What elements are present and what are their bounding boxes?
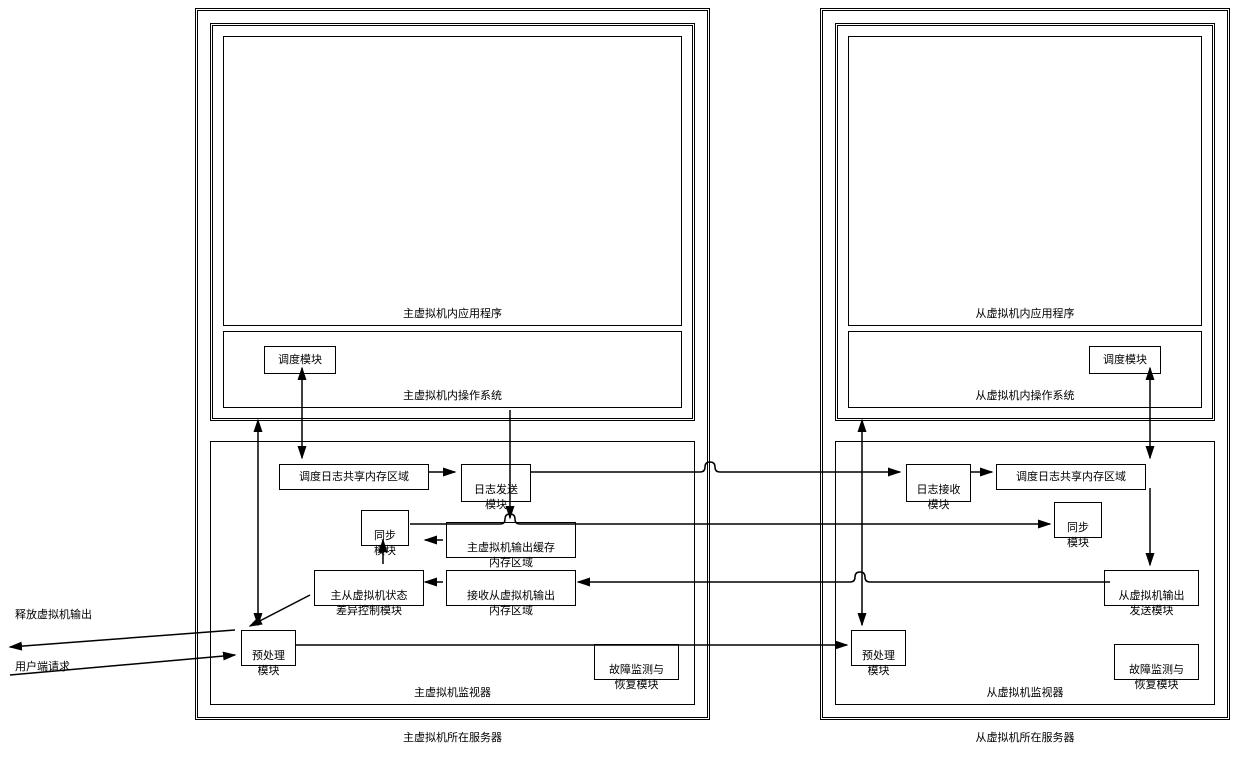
primary-schedule-module-label: 调度模块 (278, 354, 322, 366)
primary-output-buffer-mem: 主虚拟机输出缓存 内存区域 (446, 522, 576, 558)
primary-app-label: 主虚拟机内应用程序 (224, 305, 681, 321)
primary-state-diff-module: 主从虚拟机状态 差异控制模块 (314, 570, 424, 606)
primary-output-buffer-mem-label: 主虚拟机输出缓存 内存区域 (467, 542, 555, 568)
secondary-log-recv-module-label: 日志接收 模块 (917, 484, 961, 510)
secondary-server-label: 从虚拟机所在服务器 (823, 731, 1227, 745)
secondary-output-send-module-label: 从虚拟机输出 发送模块 (1119, 590, 1185, 616)
secondary-monitor: 从虚拟机监视器 日志接收 模块 调度日志共享内存区域 同步 模块 从虚拟机输出 … (835, 441, 1215, 705)
secondary-fault-module: 故障监测与 恢复模块 (1114, 644, 1199, 680)
primary-log-send-module: 日志发送 模块 (461, 464, 531, 502)
secondary-schedule-log-mem-label: 调度日志共享内存区域 (1016, 471, 1126, 483)
primary-preprocess-module-label: 预处理 模块 (252, 650, 285, 676)
secondary-output-send-module: 从虚拟机输出 发送模块 (1104, 570, 1199, 606)
release-output-label: 释放虚拟机输出 (15, 608, 92, 622)
secondary-preprocess-module: 预处理 模块 (851, 630, 906, 666)
secondary-app-label: 从虚拟机内应用程序 (849, 305, 1201, 321)
primary-schedule-log-mem: 调度日志共享内存区域 (279, 464, 429, 490)
primary-state-diff-module-label: 主从虚拟机状态 差异控制模块 (331, 590, 408, 616)
primary-vm-inner: 主虚拟机内应用程序 调度模块 主虚拟机内操作系统 (210, 23, 695, 421)
secondary-schedule-module-label: 调度模块 (1103, 354, 1147, 366)
primary-monitor: 主虚拟机监视器 调度日志共享内存区域 日志发送 模块 同步 模块 主虚拟机输出缓… (210, 441, 695, 705)
primary-os-box: 调度模块 主虚拟机内操作系统 (223, 331, 682, 408)
secondary-sync-module-label: 同步 模块 (1067, 522, 1089, 548)
primary-sync-module-label: 同步 模块 (374, 530, 396, 556)
secondary-sync-module: 同步 模块 (1054, 502, 1102, 538)
primary-recv-output-mem-label: 接收从虚拟机输出 内存区域 (467, 590, 555, 616)
primary-fault-module: 故障监测与 恢复模块 (594, 644, 679, 680)
secondary-vm-inner: 从虚拟机内应用程序 调度模块 从虚拟机内操作系统 (835, 23, 1215, 421)
primary-server-label: 主虚拟机所在服务器 (198, 731, 707, 745)
secondary-schedule-log-mem: 调度日志共享内存区域 (996, 464, 1146, 490)
primary-schedule-module: 调度模块 (264, 346, 336, 374)
secondary-os-label: 从虚拟机内操作系统 (849, 387, 1201, 403)
secondary-schedule-module: 调度模块 (1089, 346, 1161, 374)
primary-recv-output-mem: 接收从虚拟机输出 内存区域 (446, 570, 576, 606)
primary-fault-module-label: 故障监测与 恢复模块 (609, 664, 664, 690)
secondary-app-box: 从虚拟机内应用程序 (848, 36, 1202, 326)
secondary-fault-module-label: 故障监测与 恢复模块 (1129, 664, 1184, 690)
primary-log-send-module-label: 日志发送 模块 (474, 484, 518, 510)
secondary-log-recv-module: 日志接收 模块 (906, 464, 971, 502)
secondary-os-box: 调度模块 从虚拟机内操作系统 (848, 331, 1202, 408)
primary-app-box: 主虚拟机内应用程序 (223, 36, 682, 326)
client-request-label: 用户端请求 (15, 660, 70, 674)
secondary-preprocess-module-label: 预处理 模块 (862, 650, 895, 676)
primary-schedule-log-mem-label: 调度日志共享内存区域 (299, 471, 409, 483)
primary-os-label: 主虚拟机内操作系统 (224, 387, 681, 403)
primary-server: 主虚拟机所在服务器 主虚拟机内应用程序 调度模块 主虚拟机内操作系统 主虚拟机监… (195, 8, 710, 720)
secondary-server: 从虚拟机所在服务器 从虚拟机内应用程序 调度模块 从虚拟机内操作系统 从虚拟机监… (820, 8, 1230, 720)
primary-preprocess-module: 预处理 模块 (241, 630, 296, 666)
primary-sync-module: 同步 模块 (361, 510, 409, 546)
